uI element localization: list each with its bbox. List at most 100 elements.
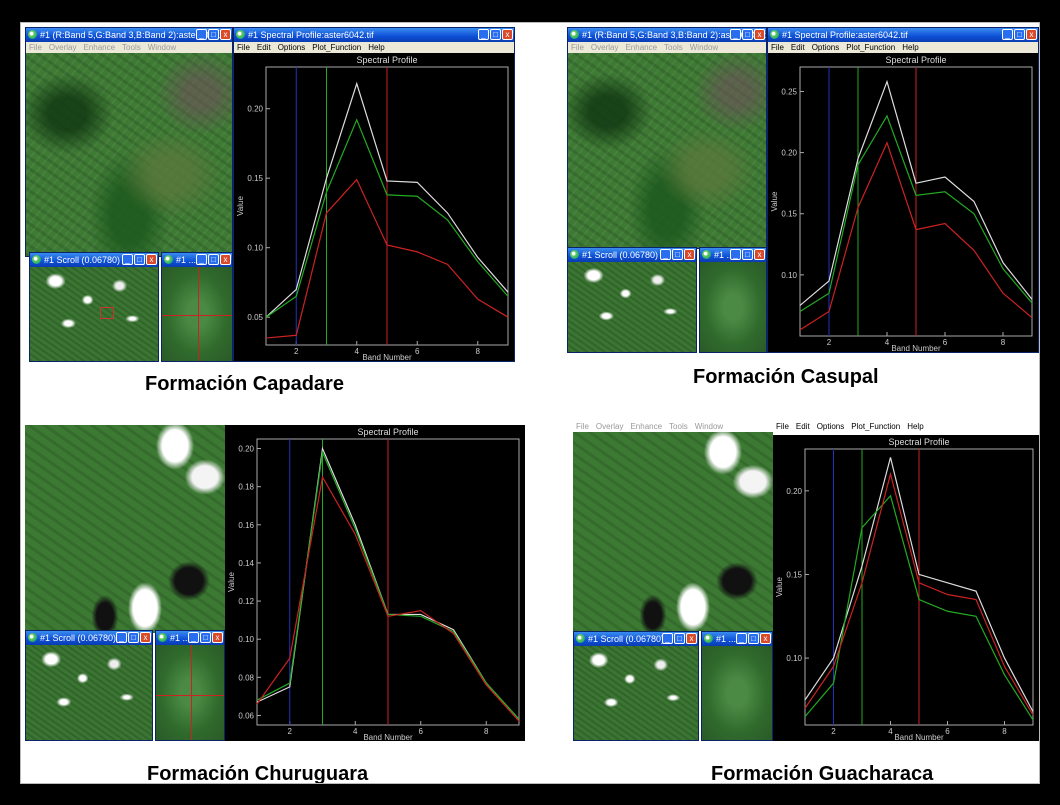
scroll-window[interactable]: #1 Scroll (0.06780) _ □ x: [29, 252, 159, 362]
menu-tools[interactable]: Tools: [664, 43, 683, 52]
image-window[interactable]: File Overlay Enhance Tools Window: [573, 421, 773, 631]
minimize-icon[interactable]: _: [730, 249, 741, 260]
image-view[interactable]: [25, 425, 225, 633]
close-icon[interactable]: x: [146, 254, 157, 265]
menu-window[interactable]: Window: [148, 43, 176, 52]
minimize-icon[interactable]: _: [478, 29, 489, 40]
close-icon[interactable]: x: [1026, 29, 1037, 40]
zoom-window[interactable]: #1 ... _ □ x: [161, 252, 233, 362]
image-view[interactable]: [573, 432, 773, 631]
maximize-icon[interactable]: □: [208, 29, 219, 40]
menu-file[interactable]: File: [29, 43, 42, 52]
maximize-icon[interactable]: □: [748, 633, 759, 644]
zoom-box[interactable]: [100, 307, 114, 319]
scroll-view[interactable]: [30, 267, 158, 361]
menu-file[interactable]: File: [771, 43, 784, 52]
menu-file[interactable]: File: [576, 422, 589, 431]
spectral-profile-window[interactable]: File Edit Options Plot_Function Help Spectra…: [773, 421, 1039, 741]
minimize-icon[interactable]: _: [736, 633, 747, 644]
zoom-view[interactable]: [156, 645, 224, 740]
menu-plot-function[interactable]: Plot_Function: [312, 43, 361, 52]
zoom-window[interactable]: #1 ... _ □ x: [701, 631, 773, 741]
zoom-view[interactable]: [162, 267, 232, 361]
scroll-window[interactable]: #1 Scroll (0.06780) _ □ x: [567, 247, 697, 353]
maximize-icon[interactable]: □: [200, 632, 211, 643]
maximize-icon[interactable]: □: [674, 633, 685, 644]
zoom-view[interactable]: [702, 646, 772, 740]
minimize-icon[interactable]: _: [196, 29, 207, 40]
menu-enhance[interactable]: Enhance: [625, 43, 657, 52]
menu-tools[interactable]: Tools: [122, 43, 141, 52]
image-window[interactable]: [25, 425, 225, 633]
maximize-icon[interactable]: □: [742, 29, 753, 40]
menu-edit[interactable]: Edit: [796, 422, 810, 431]
minimize-icon[interactable]: _: [116, 632, 127, 643]
menu-overlay[interactable]: Overlay: [591, 43, 619, 52]
menu-tools[interactable]: Tools: [669, 422, 688, 431]
minimize-icon[interactable]: _: [730, 29, 741, 40]
minimize-icon[interactable]: _: [662, 633, 673, 644]
minimize-icon[interactable]: _: [660, 249, 671, 260]
minimize-icon[interactable]: _: [122, 254, 133, 265]
zoom-view[interactable]: [700, 262, 766, 352]
spectral-profile-window[interactable]: #1 Spectral Profile:aster6042.tif _ □ x Fi…: [767, 27, 1039, 353]
close-icon[interactable]: x: [140, 632, 151, 643]
spectral-profile-window[interactable]: Spectral Profile 0.06 0.08 0.10 0.12 0.14 0.16…: [225, 425, 525, 741]
menu-window[interactable]: Window: [690, 43, 718, 52]
minimize-icon[interactable]: _: [196, 254, 207, 265]
close-icon[interactable]: x: [502, 29, 513, 40]
close-icon[interactable]: x: [220, 254, 231, 265]
scroll-view[interactable]: [26, 645, 152, 740]
maximize-icon[interactable]: □: [490, 29, 501, 40]
image-window-titlebar[interactable]: #1 (R:Band 5,G:Band 3,B:Band 2):aster604…: [26, 28, 232, 42]
menu-options[interactable]: Options: [278, 43, 306, 52]
close-icon[interactable]: x: [754, 29, 765, 40]
maximize-icon[interactable]: □: [128, 632, 139, 643]
scroll-window[interactable]: #1 Scroll (0.06780) _ □ x: [573, 631, 699, 741]
scroll-window[interactable]: #1 Scroll (0.06780) _ □ x: [25, 630, 153, 741]
scroll-view[interactable]: [568, 262, 696, 352]
menu-file[interactable]: File: [571, 43, 584, 52]
image-window[interactable]: #1 (R:Band 5,G:Band 3,B:Band 2):aster604…: [25, 27, 233, 257]
spectral-profile-chart: Spectral Profile 0.06 0.08 0.10 0.12 0.14 0.16…: [227, 427, 520, 741]
menu-help[interactable]: Help: [368, 43, 384, 52]
maximize-icon[interactable]: □: [1014, 29, 1025, 40]
close-icon[interactable]: x: [686, 633, 697, 644]
maximize-icon[interactable]: □: [134, 254, 145, 265]
spectral-profile-window[interactable]: #1 Spectral Profile:aster6042.tif _ □ x Fi…: [233, 27, 515, 362]
menu-help[interactable]: Help: [902, 43, 918, 52]
menu-overlay[interactable]: Overlay: [49, 43, 77, 52]
zoom-window[interactable]: #1 ... _ □ x: [155, 630, 225, 741]
scroll-view[interactable]: [574, 646, 698, 740]
close-icon[interactable]: x: [760, 633, 771, 644]
menu-file[interactable]: File: [237, 43, 250, 52]
close-icon[interactable]: x: [212, 632, 223, 643]
minimize-icon[interactable]: _: [188, 632, 199, 643]
maximize-icon[interactable]: □: [742, 249, 753, 260]
menu-enhance[interactable]: Enhance: [83, 43, 115, 52]
close-icon[interactable]: x: [754, 249, 765, 260]
menu-plot-function[interactable]: Plot_Function: [846, 43, 895, 52]
image-view[interactable]: [568, 53, 766, 248]
image-view[interactable]: [26, 53, 232, 256]
minimize-icon[interactable]: _: [1002, 29, 1013, 40]
menu-enhance[interactable]: Enhance: [630, 422, 662, 431]
close-icon[interactable]: x: [220, 29, 231, 40]
maximize-icon[interactable]: □: [672, 249, 683, 260]
menu-window[interactable]: Window: [695, 422, 723, 431]
scroll-window-title: #1 Scroll (0.06780): [44, 255, 121, 265]
menu-overlay[interactable]: Overlay: [596, 422, 624, 431]
close-icon[interactable]: x: [684, 249, 695, 260]
menu-edit[interactable]: Edit: [257, 43, 271, 52]
satellite-image: [26, 53, 232, 256]
menu-edit[interactable]: Edit: [791, 43, 805, 52]
image-menubar: File Overlay Enhance Tools Window: [26, 42, 232, 53]
menu-options[interactable]: Options: [817, 422, 845, 431]
menu-file[interactable]: File: [776, 422, 789, 431]
zoom-window[interactable]: #1 ... _ □ x: [699, 247, 767, 353]
maximize-icon[interactable]: □: [208, 254, 219, 265]
image-window[interactable]: #1 (R:Band 5,G:Band 3,B:Band 2):aster604…: [567, 27, 767, 249]
menu-options[interactable]: Options: [812, 43, 840, 52]
menu-help[interactable]: Help: [907, 422, 923, 431]
menu-plot-function[interactable]: Plot_Function: [851, 422, 900, 431]
